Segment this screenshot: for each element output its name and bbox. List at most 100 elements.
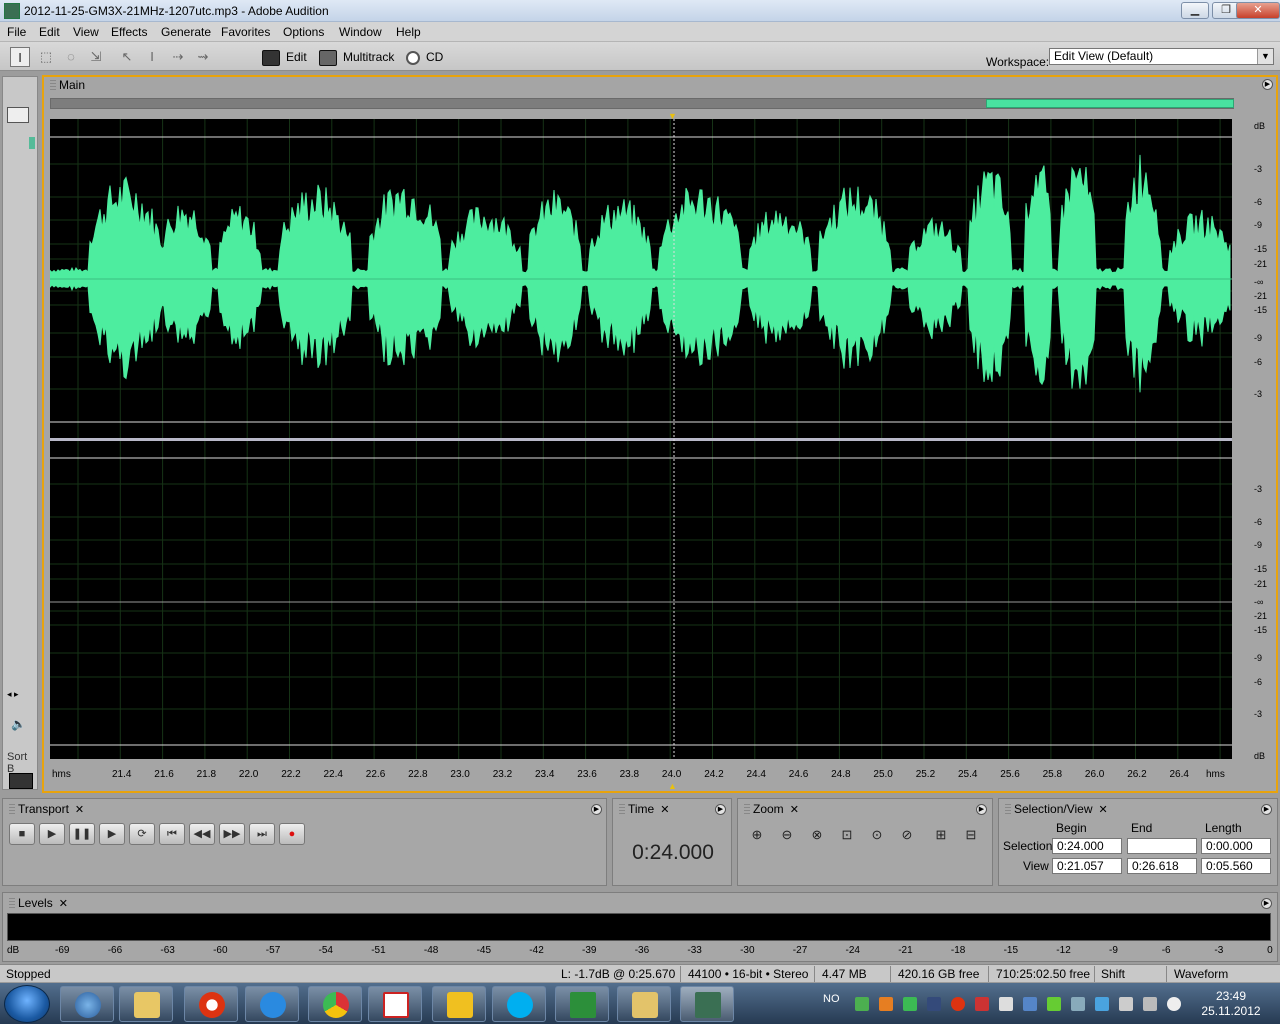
menu-window[interactable]: Window [339, 25, 382, 39]
view-end-field[interactable]: 0:26.618 [1127, 858, 1197, 874]
tray-app-icon[interactable] [879, 997, 893, 1011]
time-selection-tool-icon[interactable]: I [10, 47, 30, 67]
scrub-tool-icon[interactable]: Ι [142, 47, 162, 67]
panel-menu-icon[interactable]: ▶ [715, 804, 726, 815]
waveform-display[interactable] [49, 119, 1232, 759]
tray-red-icon[interactable] [975, 997, 989, 1011]
tray-green-icon[interactable] [903, 997, 917, 1011]
selection-length-field[interactable]: 0:00.000 [1201, 838, 1271, 854]
panel-menu-icon[interactable]: ▶ [591, 804, 602, 815]
edit-view-button[interactable]: Edit [262, 47, 307, 67]
workspace-select[interactable]: Edit View (Default) ▼ [1049, 48, 1274, 65]
transport-title: Transport ✕ [9, 802, 84, 816]
effects-paintbrush-icon[interactable]: ⇲ [86, 47, 106, 67]
tab-main[interactable]: Main [50, 78, 85, 92]
view-range-highlight[interactable] [986, 99, 1234, 108]
lasso-tool-icon[interactable]: ◌ [61, 47, 81, 67]
menu-help[interactable]: Help [396, 25, 421, 39]
zoom-in-vertical-icon[interactable]: ⊞ [930, 827, 952, 847]
zoom-in-amplitude-icon[interactable]: ⊕ [746, 827, 768, 847]
menu-effects[interactable]: Effects [111, 25, 147, 39]
level-scale-label: -27 [792, 945, 808, 956]
cd-view-button[interactable]: CD [406, 47, 443, 67]
zoom-right-edge-icon[interactable]: ⊘ [896, 827, 918, 847]
pause-button[interactable]: ❚❚ [69, 823, 95, 845]
rewind-button[interactable]: ◀◀ [189, 823, 215, 845]
clock[interactable]: 23:49 25.11.2012 [1196, 989, 1266, 1019]
zoom-out-amplitude-icon[interactable]: ⊖ [776, 827, 798, 847]
taskbar-sdr[interactable] [555, 986, 609, 1022]
taskbar-thunderbird[interactable] [60, 986, 114, 1022]
tray-users-icon[interactable] [1023, 997, 1037, 1011]
timeline-ruler[interactable]: hms 21.4 21.6 21.8 22.0 22.2 22.4 22.6 22.8 23.0… [50, 767, 1232, 783]
taskbar-audition[interactable] [680, 986, 734, 1022]
close-button[interactable]: ✕ [1236, 2, 1280, 19]
panel-menu-icon[interactable]: ▶ [1261, 804, 1272, 815]
insert-icon[interactable] [9, 773, 33, 789]
go-to-end-button[interactable]: ⏭ [249, 823, 275, 845]
slip-tool-icon[interactable]: ⇢ [168, 47, 188, 67]
tray-white-icon[interactable] [999, 997, 1013, 1011]
view-begin-field[interactable]: 0:21.057 [1052, 858, 1122, 874]
menu-options[interactable]: Options [283, 25, 324, 39]
menu-edit[interactable]: Edit [39, 25, 60, 39]
taskbar-acrobat[interactable] [368, 986, 422, 1022]
taskbar-explorer[interactable] [119, 986, 173, 1022]
menu-view[interactable]: View [73, 25, 99, 39]
tray-wifi-icon[interactable] [1071, 997, 1085, 1011]
selection-end-field[interactable] [1127, 838, 1197, 854]
move-tool-icon[interactable]: ↖ [117, 47, 137, 67]
taskbar-ie[interactable] [245, 986, 299, 1022]
view-length-field[interactable]: 0:05.560 [1201, 858, 1271, 874]
fast-forward-button[interactable]: ▶▶ [219, 823, 245, 845]
transport-panel: Transport ✕ ▶ ■ ▶ ❚❚ ▶ ⟳ ⏮ ◀◀ ▶▶ ⏭ ● [2, 798, 607, 886]
speaker-icon[interactable]: 🔈 [11, 717, 26, 731]
panel-menu-icon[interactable]: ▶ [1262, 79, 1273, 90]
tray-blue-icon[interactable] [927, 997, 941, 1011]
status-level: L: -1.7dB @ 0:25.670 [561, 967, 676, 981]
db-label-ch1: -21 [1254, 259, 1268, 269]
opera-tray-icon[interactable] [951, 997, 965, 1011]
record-button[interactable]: ● [279, 823, 305, 845]
taskbar-opera[interactable] [184, 986, 238, 1022]
waveform-svg[interactable] [49, 119, 1232, 759]
marquee-tool-icon[interactable]: ⬚ [36, 47, 56, 67]
taskbar-chrome[interactable] [308, 986, 362, 1022]
scroll-arrows[interactable]: ◂ ▸ [7, 689, 19, 700]
stop-button[interactable]: ■ [9, 823, 35, 845]
panel-menu-icon[interactable]: ▶ [976, 804, 987, 815]
selection-begin-field[interactable]: 0:24.000 [1052, 838, 1122, 854]
overview-scrollbar[interactable] [50, 98, 1234, 109]
language-indicator[interactable]: NO [823, 993, 840, 1005]
folder-icon [134, 992, 160, 1018]
spot-healing-icon[interactable]: ⇝ [193, 47, 213, 67]
multitrack-view-button[interactable]: Multitrack [319, 47, 394, 67]
tray-check-icon[interactable] [1047, 997, 1061, 1011]
taskbar-skype[interactable] [492, 986, 546, 1022]
network-icon[interactable] [1143, 997, 1157, 1011]
menu-file[interactable]: File [7, 25, 26, 39]
go-to-start-button[interactable]: ⏮ [159, 823, 185, 845]
panel-menu-icon[interactable]: ▶ [1261, 898, 1272, 909]
zoom-out-full-icon[interactable]: ⊗ [806, 827, 828, 847]
menu-generate[interactable]: Generate [161, 25, 211, 39]
sort-label: Sort B [7, 751, 28, 775]
zoom-out-vertical-icon[interactable]: ⊟ [960, 827, 982, 847]
zoom-selection-icon[interactable]: ⊡ [836, 827, 858, 847]
playhead-bottom-icon[interactable]: ▲ [668, 781, 677, 791]
start-button[interactable] [4, 985, 50, 1023]
minimize-button[interactable]: ▁ [1181, 2, 1209, 19]
row-selection-label: Selection [1003, 839, 1053, 853]
play-button[interactable]: ▶ [39, 823, 65, 845]
taskbar-ucx[interactable] [432, 986, 486, 1022]
loop-button[interactable]: ⟳ [129, 823, 155, 845]
play-to-end-button[interactable]: ▶ [99, 823, 125, 845]
tray-network-icon[interactable] [1095, 997, 1109, 1011]
zoom-left-edge-icon[interactable]: ⊙ [866, 827, 888, 847]
flag-icon[interactable] [1119, 997, 1133, 1011]
taskbar-folder[interactable] [617, 986, 671, 1022]
speaker-icon[interactable] [1167, 997, 1181, 1011]
drive-icon[interactable] [855, 997, 869, 1011]
eye-icon[interactable] [7, 107, 29, 123]
menu-favorites[interactable]: Favorites [221, 25, 270, 39]
